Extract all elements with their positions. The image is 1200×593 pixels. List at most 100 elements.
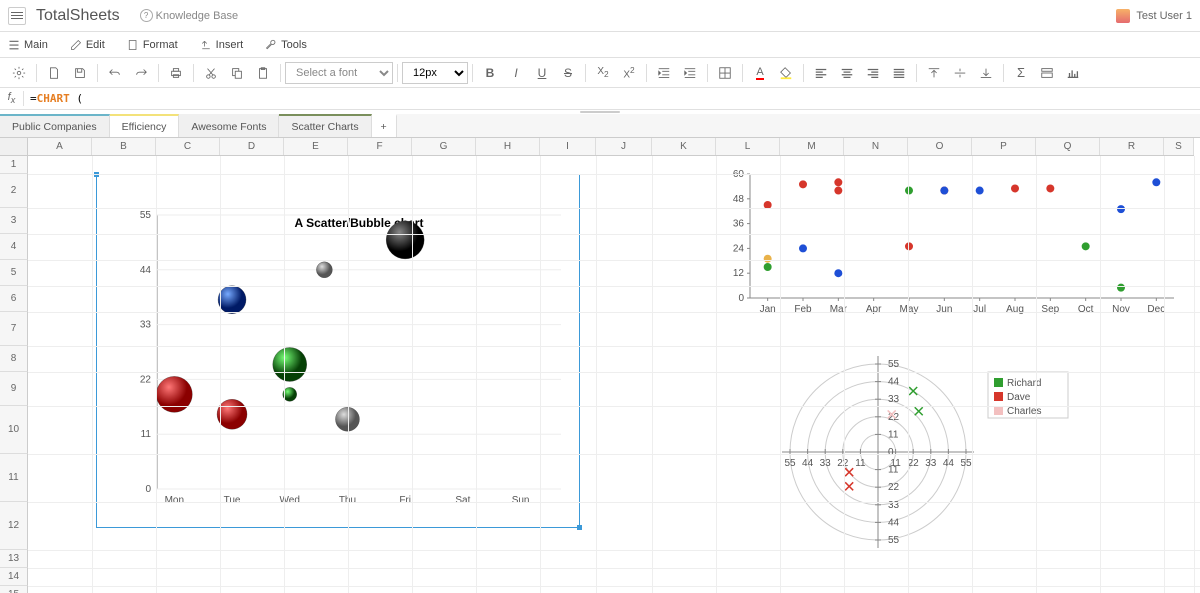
svg-text:Fri: Fri xyxy=(399,495,411,506)
italic-button[interactable]: I xyxy=(503,61,529,85)
superscript-button[interactable]: X2 xyxy=(616,61,642,85)
col-header-F[interactable]: F xyxy=(348,138,412,155)
col-header-R[interactable]: R xyxy=(1100,138,1164,155)
row-header-13[interactable]: 13 xyxy=(0,550,28,568)
align-center-button[interactable] xyxy=(834,61,860,85)
menu-edit[interactable]: Edit xyxy=(70,39,105,51)
svg-text:33: 33 xyxy=(888,394,900,405)
row-header-5[interactable]: 5 xyxy=(0,260,28,286)
row-header-14[interactable]: 14 xyxy=(0,568,28,586)
svg-text:22: 22 xyxy=(888,482,900,493)
strike-button[interactable]: S xyxy=(555,61,581,85)
sheet-tab-3[interactable]: Scatter Charts xyxy=(279,114,371,137)
text-color-button[interactable]: A xyxy=(747,61,773,85)
fill-color-button[interactable] xyxy=(773,61,799,85)
gear-icon xyxy=(12,66,26,80)
col-header-K[interactable]: K xyxy=(652,138,716,155)
menu-tools[interactable]: Tools xyxy=(265,39,307,51)
valign-bottom-icon xyxy=(979,66,993,80)
save-button[interactable] xyxy=(67,61,93,85)
row-header-1[interactable]: 1 xyxy=(0,156,28,174)
row-header-15[interactable]: 15 xyxy=(0,586,28,593)
row-header-7[interactable]: 7 xyxy=(0,312,28,346)
save-icon xyxy=(73,66,87,80)
chart-button[interactable] xyxy=(1060,61,1086,85)
knowledge-base-link[interactable]: Knowledge Base xyxy=(140,9,239,22)
row-header-8[interactable]: 8 xyxy=(0,346,28,372)
svg-text:22: 22 xyxy=(140,374,152,385)
col-header-C[interactable]: C xyxy=(156,138,220,155)
row-header-3[interactable]: 3 xyxy=(0,208,28,234)
new-button[interactable] xyxy=(41,61,67,85)
settings-button[interactable] xyxy=(6,61,32,85)
align-right-button[interactable] xyxy=(860,61,886,85)
font-size-select[interactable]: 12px xyxy=(402,62,468,84)
col-header-O[interactable]: O xyxy=(908,138,972,155)
svg-text:Jun: Jun xyxy=(936,304,952,315)
subscript-button[interactable]: X2 xyxy=(590,61,616,85)
col-header-I[interactable]: I xyxy=(540,138,596,155)
row-header-11[interactable]: 11 xyxy=(0,454,28,502)
col-header-L[interactable]: L xyxy=(716,138,780,155)
align-justify-button[interactable] xyxy=(886,61,912,85)
user-menu[interactable]: Test User 1 xyxy=(1116,9,1192,23)
borders-button[interactable] xyxy=(712,61,738,85)
col-header-D[interactable]: D xyxy=(220,138,284,155)
align-left-button[interactable] xyxy=(808,61,834,85)
svg-text:Dec: Dec xyxy=(1147,304,1165,315)
col-header-P[interactable]: P xyxy=(972,138,1036,155)
row-header-9[interactable]: 9 xyxy=(0,372,28,406)
valign-bottom-button[interactable] xyxy=(973,61,999,85)
col-header-S[interactable]: S xyxy=(1164,138,1194,155)
add-sheet-button[interactable]: + xyxy=(372,114,397,137)
sheet-tab-1[interactable]: Efficiency xyxy=(110,114,180,137)
row-header-4[interactable]: 4 xyxy=(0,234,28,260)
col-header-E[interactable]: E xyxy=(284,138,348,155)
font-select[interactable]: Select a font xyxy=(285,62,393,84)
formula-tail: ( xyxy=(70,92,83,105)
print-button[interactable] xyxy=(163,61,189,85)
col-header-G[interactable]: G xyxy=(412,138,476,155)
sum-button[interactable]: Σ xyxy=(1008,61,1034,85)
indent-increase-button[interactable] xyxy=(677,61,703,85)
col-header-N[interactable]: N xyxy=(844,138,908,155)
paste-button[interactable] xyxy=(250,61,276,85)
cut-icon xyxy=(204,66,218,80)
svg-text:44: 44 xyxy=(888,517,900,528)
col-header-M[interactable]: M xyxy=(780,138,844,155)
sigma-icon: Σ xyxy=(1017,65,1025,80)
col-header-Q[interactable]: Q xyxy=(1036,138,1100,155)
formula-input[interactable]: =CHART ( xyxy=(24,92,1200,105)
redo-icon xyxy=(134,66,148,80)
row-header-2[interactable]: 2 xyxy=(0,174,28,208)
sheet-tab-0[interactable]: Public Companies xyxy=(0,114,110,137)
chart-bubble[interactable]: A Scatter/Bubble chart01122334455MonTueW… xyxy=(96,174,580,528)
row-header-6[interactable]: 6 xyxy=(0,286,28,312)
col-header-H[interactable]: H xyxy=(476,138,540,155)
valign-middle-button[interactable] xyxy=(947,61,973,85)
col-header-A[interactable]: A xyxy=(28,138,92,155)
menu-format[interactable]: Format xyxy=(127,39,178,51)
svg-text:33: 33 xyxy=(925,458,937,469)
cut-button[interactable] xyxy=(198,61,224,85)
chart-scatter-months[interactable]: 01224364860JanFebMarAprMayJunJulAugSepOc… xyxy=(714,164,1184,322)
formula-button[interactable] xyxy=(1034,61,1060,85)
indent-decrease-button[interactable] xyxy=(651,61,677,85)
bold-button[interactable]: B xyxy=(477,61,503,85)
undo-button[interactable] xyxy=(102,61,128,85)
sheet-tab-2[interactable]: Awesome Fonts xyxy=(179,114,279,137)
menu-main[interactable]: Main xyxy=(8,39,48,51)
menu-insert[interactable]: Insert xyxy=(200,39,244,51)
redo-button[interactable] xyxy=(128,61,154,85)
svg-text:Dave: Dave xyxy=(1007,392,1031,403)
row-header-10[interactable]: 10 xyxy=(0,406,28,454)
row-header-12[interactable]: 12 xyxy=(0,502,28,550)
select-all-corner[interactable] xyxy=(0,138,28,156)
chart-polar[interactable]: 1111111122222222333333334444444455555555… xyxy=(768,352,1128,572)
valign-top-button[interactable] xyxy=(921,61,947,85)
col-header-B[interactable]: B xyxy=(92,138,156,155)
underline-button[interactable]: U xyxy=(529,61,555,85)
col-header-J[interactable]: J xyxy=(596,138,652,155)
copy-button[interactable] xyxy=(224,61,250,85)
menu-toggle[interactable] xyxy=(8,7,26,25)
